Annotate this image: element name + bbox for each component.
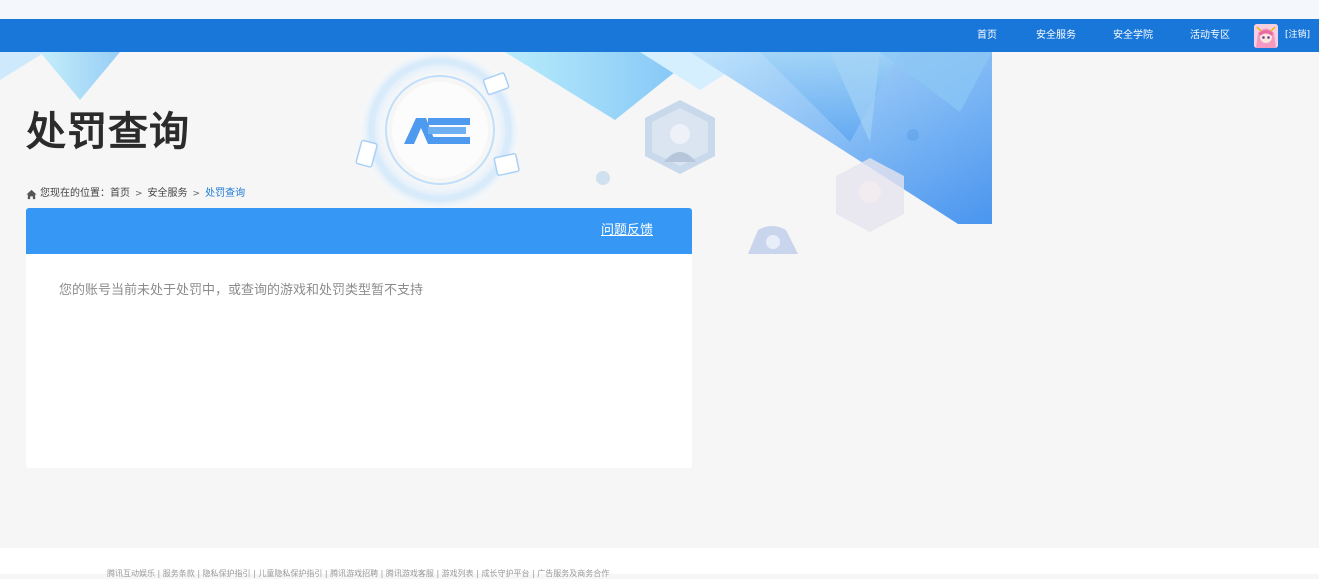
- nav-item-security-service[interactable]: 安全服务: [1036, 19, 1076, 52]
- home-icon: [26, 189, 37, 199]
- result-message: 您的账号当前未处于处罚中，或查询的游戏和处罚类型暂不支持: [59, 283, 424, 298]
- top-navbar: 首页 安全服务 安全学院 活动专区: [0, 19, 1319, 52]
- breadcrumb: 您现在的位置： 首页 > 安全服务 > 处罚查询: [26, 186, 245, 202]
- nav-item-security-academy[interactable]: 安全学院: [1113, 19, 1153, 52]
- footer-links[interactable]: 腾讯互动娱乐 | 服务条款 | 隐私保护指引 | 儿童隐私保护指引 | 腾讯游戏…: [107, 569, 609, 579]
- footer: 腾讯互动娱乐 | 服务条款 | 隐私保护指引 | 儿童隐私保护指引 | 腾讯游戏…: [0, 548, 1319, 578]
- breadcrumb-item-home[interactable]: 首页: [110, 186, 130, 202]
- top-strip: [0, 0, 1319, 19]
- breadcrumb-separator: >: [192, 189, 201, 199]
- panel-header: 问题反馈: [26, 208, 692, 254]
- avatar-image-icon: [1254, 24, 1278, 48]
- page-title: 处罚查询: [26, 109, 190, 155]
- breadcrumb-item-security-service[interactable]: 安全服务: [148, 186, 188, 202]
- result-panel: 问题反馈 您的账号当前未处于处罚中，或查询的游戏和处罚类型暂不支持: [26, 208, 692, 468]
- feedback-link[interactable]: 问题反馈: [601, 208, 653, 254]
- breadcrumb-separator: >: [135, 189, 143, 199]
- breadcrumb-prefix: 您现在的位置：: [40, 188, 110, 199]
- user-avatar[interactable]: [1254, 24, 1278, 48]
- nav-item-events[interactable]: 活动专区: [1190, 19, 1230, 52]
- breadcrumb-item-current: 处罚查询: [205, 188, 246, 199]
- nav-item-home[interactable]: 首页: [977, 19, 997, 52]
- logout-link[interactable]: [注销]: [1285, 19, 1310, 52]
